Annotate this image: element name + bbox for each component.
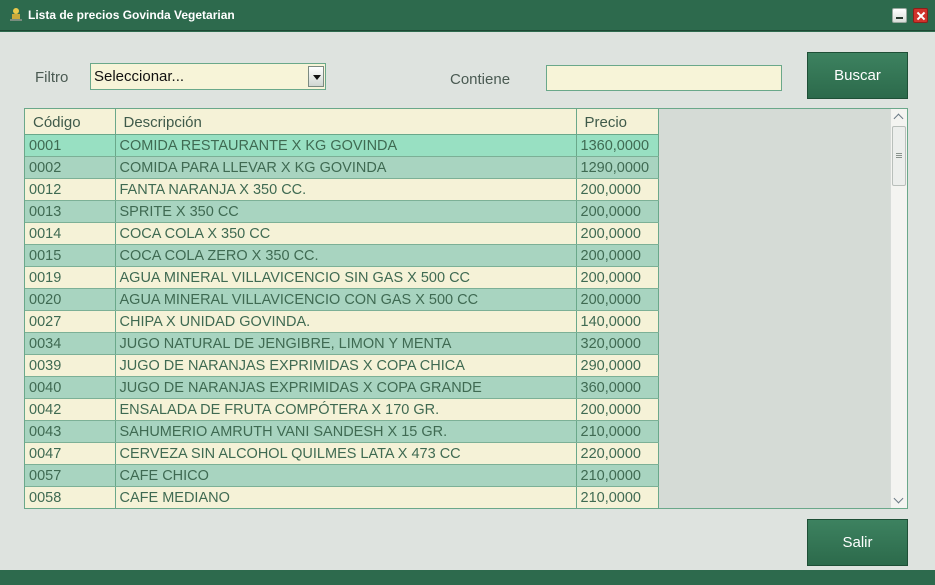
table-row[interactable]: 0014 COCA COLA X 350 CC 200,0000	[25, 222, 659, 245]
cell-price: 200,0000	[576, 288, 659, 311]
cell-code: 0043	[25, 420, 116, 443]
table-row[interactable]: 0058 CAFE MEDIANO 210,0000	[25, 486, 659, 508]
cell-code: 0027	[25, 310, 116, 333]
window-title: Lista de precios Govinda Vegetarian	[28, 8, 235, 22]
table-row[interactable]: 0040 JUGO DE NARANJAS EXPRIMIDAS X COPA G…	[25, 376, 659, 399]
cell-code: 0002	[25, 156, 116, 179]
cell-code: 0039	[25, 354, 116, 377]
table-row[interactable]: 0015 COCA COLA ZERO X 350 CC. 200,0000	[25, 244, 659, 267]
cell-price: 290,0000	[576, 354, 659, 377]
cell-price: 1360,0000	[576, 134, 659, 157]
table-row[interactable]: 0034 JUGO NATURAL DE JENGIBRE, LIMON Y ME…	[25, 332, 659, 355]
cell-price: 220,0000	[576, 442, 659, 465]
cell-description: COCA COLA X 350 CC	[115, 222, 577, 245]
app-icon	[10, 8, 22, 21]
table-row[interactable]: 0013 SPRITE X 350 CC 200,0000	[25, 200, 659, 223]
minimize-button[interactable]	[892, 8, 907, 23]
cell-description: COCA COLA ZERO X 350 CC.	[115, 244, 577, 267]
cell-description: JUGO NATURAL DE JENGIBRE, LIMON Y MENTA	[115, 332, 577, 355]
cell-code: 0013	[25, 200, 116, 223]
scroll-thumb[interactable]	[892, 126, 906, 186]
filter-select[interactable]: Seleccionar...	[90, 63, 326, 90]
table-row[interactable]: 0042 ENSALADA DE FRUTA COMPÓTERA X 170 GR…	[25, 398, 659, 421]
table-row[interactable]: 0012 FANTA NARANJA X 350 CC. 200,0000	[25, 178, 659, 201]
cell-price: 360,0000	[576, 376, 659, 399]
cell-description: FANTA NARANJA X 350 CC.	[115, 178, 577, 201]
cell-code: 0058	[25, 486, 116, 508]
cell-price: 200,0000	[576, 222, 659, 245]
cell-price: 200,0000	[576, 398, 659, 421]
title-bar: Lista de precios Govinda Vegetarian	[0, 0, 935, 31]
cell-description: JUGO DE NARANJAS EXPRIMIDAS X COPA CHICA	[115, 354, 577, 377]
table-row[interactable]: 0047 CERVEZA SIN ALCOHOL QUILMES LATA X 4…	[25, 442, 659, 465]
close-button[interactable]	[913, 8, 928, 23]
cell-description: COMIDA RESTAURANTE X KG GOVINDA	[115, 134, 577, 157]
table-row[interactable]: 0027 CHIPA X UNIDAD GOVINDA. 140,0000	[25, 310, 659, 333]
cell-description: SAHUMERIO AMRUTH VANI SANDESH X 15 GR.	[115, 420, 577, 443]
cell-description: ENSALADA DE FRUTA COMPÓTERA X 170 GR.	[115, 398, 577, 421]
table-row[interactable]: 0039 JUGO DE NARANJAS EXPRIMIDAS X COPA C…	[25, 354, 659, 377]
table-row[interactable]: 0043 SAHUMERIO AMRUTH VANI SANDESH X 15 G…	[25, 420, 659, 443]
cell-description: COMIDA PARA LLEVAR X KG GOVINDA	[115, 156, 577, 179]
cell-code: 0015	[25, 244, 116, 267]
cell-price: 140,0000	[576, 310, 659, 333]
window-bottom-border	[0, 570, 935, 585]
chevron-down-icon[interactable]	[308, 66, 324, 87]
cell-price: 210,0000	[576, 464, 659, 487]
cell-price: 210,0000	[576, 420, 659, 443]
scroll-down-icon[interactable]	[891, 492, 907, 508]
filter-select-value: Seleccionar...	[94, 68, 185, 85]
cell-code: 0001	[25, 134, 116, 157]
cell-price: 200,0000	[576, 178, 659, 201]
cell-description: CHIPA X UNIDAD GOVINDA.	[115, 310, 577, 333]
cell-code: 0012	[25, 178, 116, 201]
scroll-up-icon[interactable]	[891, 109, 907, 125]
cell-description: AGUA MINERAL VILLAVICENCIO SIN GAS X 500…	[115, 266, 577, 289]
cell-price: 200,0000	[576, 244, 659, 267]
cell-description: CERVEZA SIN ALCOHOL QUILMES LATA X 473 C…	[115, 442, 577, 465]
contains-input[interactable]	[546, 65, 782, 91]
cell-description: JUGO DE NARANJAS EXPRIMIDAS X COPA GRAND…	[115, 376, 577, 399]
cell-price: 200,0000	[576, 266, 659, 289]
cell-code: 0047	[25, 442, 116, 465]
cell-description: AGUA MINERAL VILLAVICENCIO CON GAS X 500…	[115, 288, 577, 311]
price-table: Código Descripción Precio 0001 COMIDA RES…	[25, 109, 659, 508]
cell-code: 0034	[25, 332, 116, 355]
grip-icon	[896, 153, 902, 158]
column-header-price[interactable]: Precio	[576, 109, 659, 135]
cell-price: 200,0000	[576, 200, 659, 223]
cell-price: 210,0000	[576, 486, 659, 508]
cell-description: SPRITE X 350 CC	[115, 200, 577, 223]
table-row[interactable]: 0002 COMIDA PARA LLEVAR X KG GOVINDA 1290,…	[25, 156, 659, 179]
table-row[interactable]: 0019 AGUA MINERAL VILLAVICENCIO SIN GAS X…	[25, 266, 659, 289]
contains-label: Contiene	[450, 71, 511, 88]
table-body: 0001 COMIDA RESTAURANTE X KG GOVINDA 1360,…	[25, 134, 659, 508]
column-header-code[interactable]: Código	[25, 109, 116, 135]
price-list-grid: Código Descripción Precio 0001 COMIDA RES…	[24, 108, 908, 509]
header-row: Código Descripción Precio	[25, 109, 659, 135]
cell-price: 320,0000	[576, 332, 659, 355]
cell-code: 0057	[25, 464, 116, 487]
exit-button[interactable]: Salir	[807, 519, 908, 566]
table-row[interactable]: 0057 CAFE CHICO 210,0000	[25, 464, 659, 487]
cell-description: CAFE MEDIANO	[115, 486, 577, 508]
cell-code: 0020	[25, 288, 116, 311]
cell-price: 1290,0000	[576, 156, 659, 179]
search-button[interactable]: Buscar	[807, 52, 908, 99]
cell-description: CAFE CHICO	[115, 464, 577, 487]
cell-code: 0014	[25, 222, 116, 245]
cell-code: 0040	[25, 376, 116, 399]
table-row[interactable]: 0020 AGUA MINERAL VILLAVICENCIO CON GAS X…	[25, 288, 659, 311]
vertical-scrollbar[interactable]	[890, 109, 907, 508]
cell-code: 0042	[25, 398, 116, 421]
cell-code: 0019	[25, 266, 116, 289]
filter-label: Filtro	[35, 69, 69, 86]
table-row[interactable]: 0001 COMIDA RESTAURANTE X KG GOVINDA 1360,…	[25, 134, 659, 157]
column-header-description[interactable]: Descripción	[115, 109, 577, 135]
